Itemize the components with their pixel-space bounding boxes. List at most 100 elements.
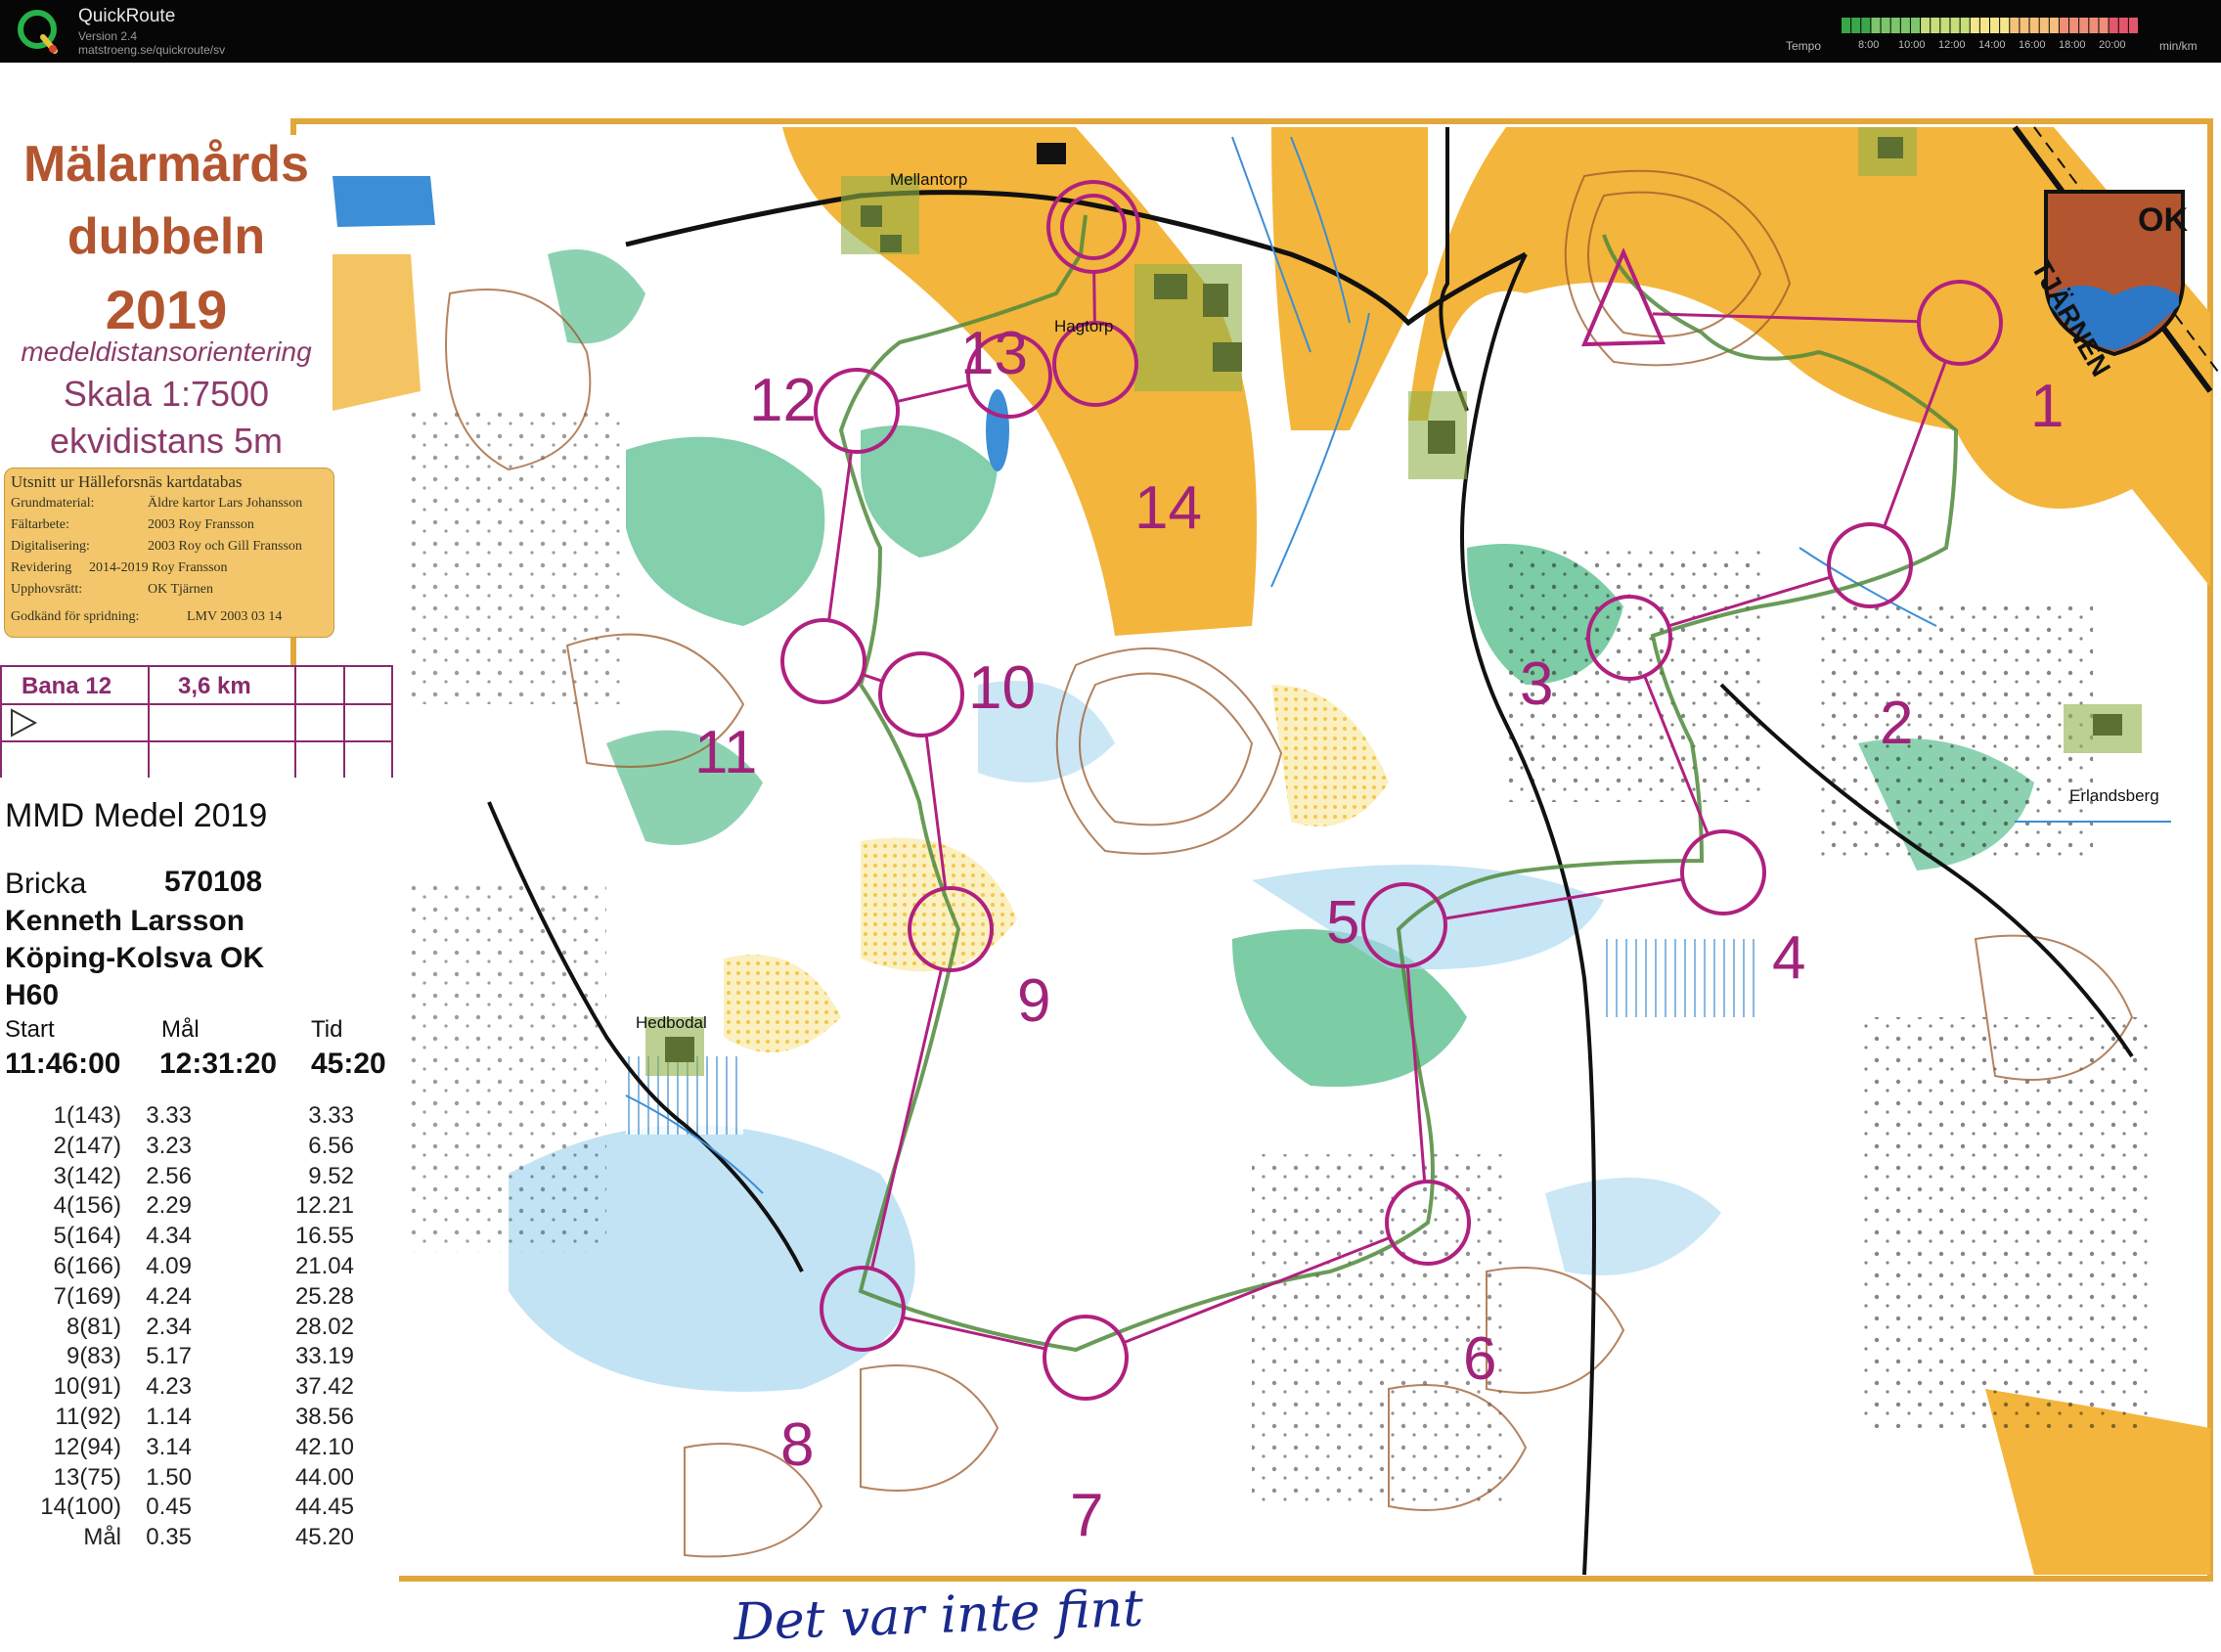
tempo-scale-cell <box>1851 18 1861 33</box>
pond <box>986 389 1009 471</box>
ok-tjarnen-logo-ok: OK <box>2138 201 2188 239</box>
split-row: 12(94) 3.14 42.10 <box>0 1434 399 1463</box>
split-leg-time: 3.33 <box>146 1102 192 1129</box>
total-time: 45:20 <box>311 1048 386 1080</box>
control-number-11: 11 <box>694 719 758 786</box>
map-title-line-1: Mälarmårds <box>23 136 309 193</box>
split-control: 6(166) <box>53 1253 121 1279</box>
split-control: 4(156) <box>53 1192 121 1220</box>
split-row: 14(100) 0.45 44.45 <box>0 1494 399 1523</box>
tempo-scale-cell <box>1931 18 1940 33</box>
split-row: 3(142) 2.56 9.52 <box>0 1163 399 1192</box>
split-control: 7(169) <box>53 1282 121 1310</box>
credits-key: Fältarbete: <box>11 517 69 532</box>
credits-key: Upphovsrätt: <box>11 582 83 597</box>
tempo-scale-cell <box>1910 18 1921 33</box>
split-control: 3(142) <box>53 1162 121 1189</box>
tempo-scale-cell <box>2029 18 2039 33</box>
split-row: 13(75) 1.50 44.00 <box>0 1464 399 1494</box>
split-control: 2(147) <box>53 1132 121 1159</box>
tempo-scale-cell <box>2089 18 2099 33</box>
boulder-field <box>411 411 626 704</box>
place-name-hagtorp: Hagtorp <box>1054 317 1114 335</box>
boulder-field <box>1858 1017 2152 1428</box>
split-total-time: 38.56 <box>294 1404 354 1430</box>
runner-name: Kenneth Larsson <box>5 905 245 937</box>
credits-row: Upphovsrätt: OK Tjärnen <box>11 582 333 598</box>
split-leg-time: 5.17 <box>146 1343 192 1370</box>
tempo-scale-cell <box>2128 18 2138 33</box>
split-control: Mål <box>83 1524 121 1551</box>
credits-row: Revidering 2014-2019 Roy Fransson <box>11 560 333 576</box>
tempo-scale-cell <box>1979 18 1989 33</box>
split-leg-time: 0.45 <box>146 1494 192 1521</box>
credits-row: Godkänd för spridning: LMV 2003 03 14 <box>11 609 333 625</box>
split-control: 14(100) <box>40 1494 121 1521</box>
split-row: 9(83) 5.17 33.19 <box>0 1343 399 1372</box>
app-url: matstroeng.se/quickroute/sv <box>78 43 226 57</box>
credits-row: Grundmaterial: Äldre kartor Lars Johansso… <box>11 496 333 512</box>
app-version: Version 2.4 <box>78 29 138 43</box>
split-total-time: 45.20 <box>294 1524 354 1551</box>
split-leg-time: 4.34 <box>146 1223 192 1250</box>
credits-key: Revidering <box>11 560 72 575</box>
tempo-scale-cell <box>2099 18 2109 33</box>
tempo-tick: 20:00 <box>2099 39 2126 51</box>
tempo-scale-cell <box>2000 18 2010 33</box>
split-row: 6(166) 4.09 21.04 <box>0 1253 399 1282</box>
map-title-year: 2019 <box>105 279 228 340</box>
control-number-6: 6 <box>1463 1325 1497 1393</box>
split-control: 13(75) <box>53 1463 121 1491</box>
split-leg-time: 4.24 <box>146 1282 192 1310</box>
place-name-hedbodal: Hedbodal <box>636 1013 707 1032</box>
split-total-time: 9.52 <box>308 1162 354 1189</box>
finish-header: Mål <box>161 1016 200 1043</box>
control-number-9: 9 <box>1017 967 1051 1035</box>
split-control: 12(94) <box>53 1433 121 1460</box>
tempo-scale-cell <box>1871 18 1881 33</box>
control-number-4: 4 <box>1772 924 1806 992</box>
split-total-time: 16.55 <box>294 1223 354 1250</box>
map-title-line-2: dubbeln <box>67 208 266 265</box>
split-total-time: 12.21 <box>294 1192 354 1220</box>
tempo-tick: 8:00 <box>1858 39 1880 51</box>
split-row: 8(81) 2.34 28.02 <box>0 1314 399 1343</box>
tempo-unit: min/km <box>2159 39 2198 53</box>
split-row: 11(92) 1.14 38.56 <box>0 1404 399 1433</box>
striped-marsh <box>1604 939 1760 1017</box>
split-leg-time: 1.50 <box>146 1463 192 1491</box>
time-header: Tid <box>311 1016 343 1043</box>
tempo-tick: 14:00 <box>1978 39 2006 51</box>
tempo-color-scale <box>1842 18 2138 33</box>
boulder-field <box>411 880 606 1252</box>
tempo-scale-cell <box>2039 18 2049 33</box>
tempo-scale-cell <box>1940 18 1950 33</box>
tempo-scale-cell <box>1921 18 1931 33</box>
split-total-time: 33.19 <box>294 1343 354 1370</box>
tempo-scale-cell <box>2118 18 2128 33</box>
split-total-time: 6.56 <box>308 1132 354 1159</box>
credits-value: OK Tjärnen <box>148 582 213 597</box>
credits-key: Digitalisering: <box>11 539 90 554</box>
course-leg-15 <box>1092 271 1096 324</box>
control-number-14: 14 <box>1134 474 1202 542</box>
credits-key: Godkänd för spridning: <box>11 609 140 624</box>
credits-row: Fältarbete: 2003 Roy Fransson <box>11 517 333 533</box>
split-leg-time: 0.35 <box>146 1524 192 1551</box>
split-control: 11(92) <box>55 1404 121 1430</box>
tempo-scale-cell <box>2049 18 2059 33</box>
control-number-12: 12 <box>749 367 817 434</box>
control-number-7: 7 <box>1070 1482 1104 1549</box>
map-scale: Skala 1:7500 <box>63 374 270 414</box>
credits-value: 2003 Roy och Gill Fransson <box>148 539 302 554</box>
app-name: QuickRoute <box>78 6 176 26</box>
split-leg-time: 1.14 <box>146 1404 192 1430</box>
split-leg-time: 2.56 <box>146 1162 192 1189</box>
credits-heading: Utsnitt ur Hälleforsnäs kartdatabas <box>11 472 243 491</box>
split-control: 5(164) <box>53 1223 121 1250</box>
tempo-scale-cell <box>1960 18 1970 33</box>
tempo-tick: 10:00 <box>1898 39 1926 51</box>
credits-value: 2014-2019 Roy Fransson <box>89 560 228 575</box>
split-title: MMD Medel 2019 <box>5 797 268 834</box>
place-name-mellantorp: Mellantorp <box>890 170 968 189</box>
